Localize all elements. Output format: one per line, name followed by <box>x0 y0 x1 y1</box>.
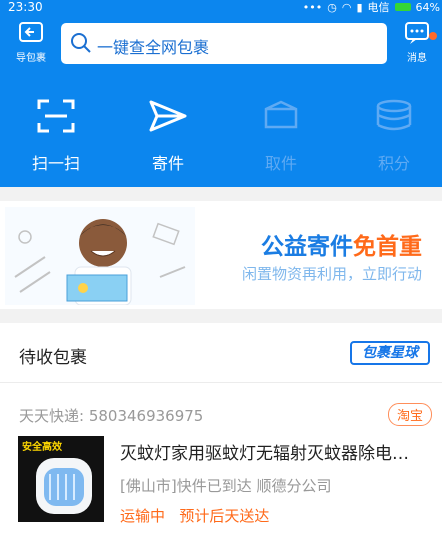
product-name[interactable]: 灭蚊灯家用驱蚊灯无辐射灭蚊器除电… <box>120 439 436 464</box>
search-placeholder: 一键查全网包裹 <box>97 38 210 57</box>
coins-icon <box>376 99 412 131</box>
search-icon <box>71 33 91 53</box>
import-package-button[interactable]: 导包裹 <box>6 20 56 64</box>
scan-label: 扫一扫 <box>31 154 80 173</box>
banner-title-accent: 免首重 <box>353 234 422 260</box>
charity-banner[interactable]: 公益寄件免首重 闲置物资再利用，立即行动 <box>0 201 442 309</box>
more-icon: ••• <box>302 0 323 14</box>
import-icon <box>19 22 43 42</box>
card-header: 待收包裹 包裹星球 <box>0 323 442 383</box>
signal-icon: ▮ <box>356 0 363 14</box>
points-button[interactable]: 积分 <box>354 96 434 174</box>
wifi-icon: ◠ <box>341 0 352 14</box>
header: 导包裹 一键查全网包裹 消息 扫一扫 寄件 取件 积分 <box>0 14 442 187</box>
messages-button[interactable]: 消息 <box>392 20 442 64</box>
battery-label: 64% <box>415 0 440 14</box>
message-icon <box>405 22 429 44</box>
banner-subtitle: 闲置物资再利用，立即行动 <box>241 265 422 283</box>
message-label: 消息 <box>407 53 427 64</box>
pending-packages-card: 待收包裹 包裹星球 天天快递: 580346936975 淘宝 安全高效 灭蚊灯… <box>0 323 442 541</box>
notification-dot <box>429 32 437 40</box>
paper-plane-icon <box>149 100 187 132</box>
pickup-label: 取件 <box>264 154 297 173</box>
import-label: 导包裹 <box>16 53 46 64</box>
package-location: [佛山市]快件已到达 顺德分公司 <box>120 477 332 495</box>
banner-illustration <box>5 207 195 305</box>
package-status: 运输中 预计后天送达 <box>120 505 269 526</box>
product-thumbnail[interactable]: 安全高效 <box>18 436 104 522</box>
transit-status: 运输中 <box>120 507 166 525</box>
search-input[interactable]: 一键查全网包裹 <box>61 23 387 64</box>
scan-button[interactable]: 扫一扫 <box>16 96 96 174</box>
banner-title-main: 公益寄件 <box>261 234 353 260</box>
alarm-icon: ◷ <box>327 0 337 14</box>
carrier-label: 电信 <box>367 1 390 14</box>
card-title: 待收包裹 <box>19 348 87 368</box>
battery-icon <box>394 3 411 11</box>
package-planet-logo[interactable]: 包裹星球 <box>350 341 430 365</box>
source-badge: 淘宝 <box>387 403 432 426</box>
thumb-tag: 安全高效 <box>22 442 62 453</box>
send-package-button[interactable]: 寄件 <box>128 96 208 174</box>
box-icon <box>264 100 298 129</box>
send-label: 寄件 <box>151 154 184 173</box>
app-screen: 23:30 ••• ◷ ◠ ▮ 电信 64% 导包裹 一键查全网包裹 消息 扫一… <box>0 0 442 541</box>
points-label: 积分 <box>377 154 410 173</box>
status-bar: 23:30 ••• ◷ ◠ ▮ 电信 64% <box>0 0 442 14</box>
eta-text: 预计后天送达 <box>179 507 270 525</box>
tracking-number: 天天快递: 580346936975 <box>19 407 204 425</box>
status-time: 23:30 <box>8 0 43 14</box>
scan-icon <box>37 99 75 133</box>
banner-title: 公益寄件免首重 <box>261 227 422 261</box>
pickup-button[interactable]: 取件 <box>241 96 321 174</box>
